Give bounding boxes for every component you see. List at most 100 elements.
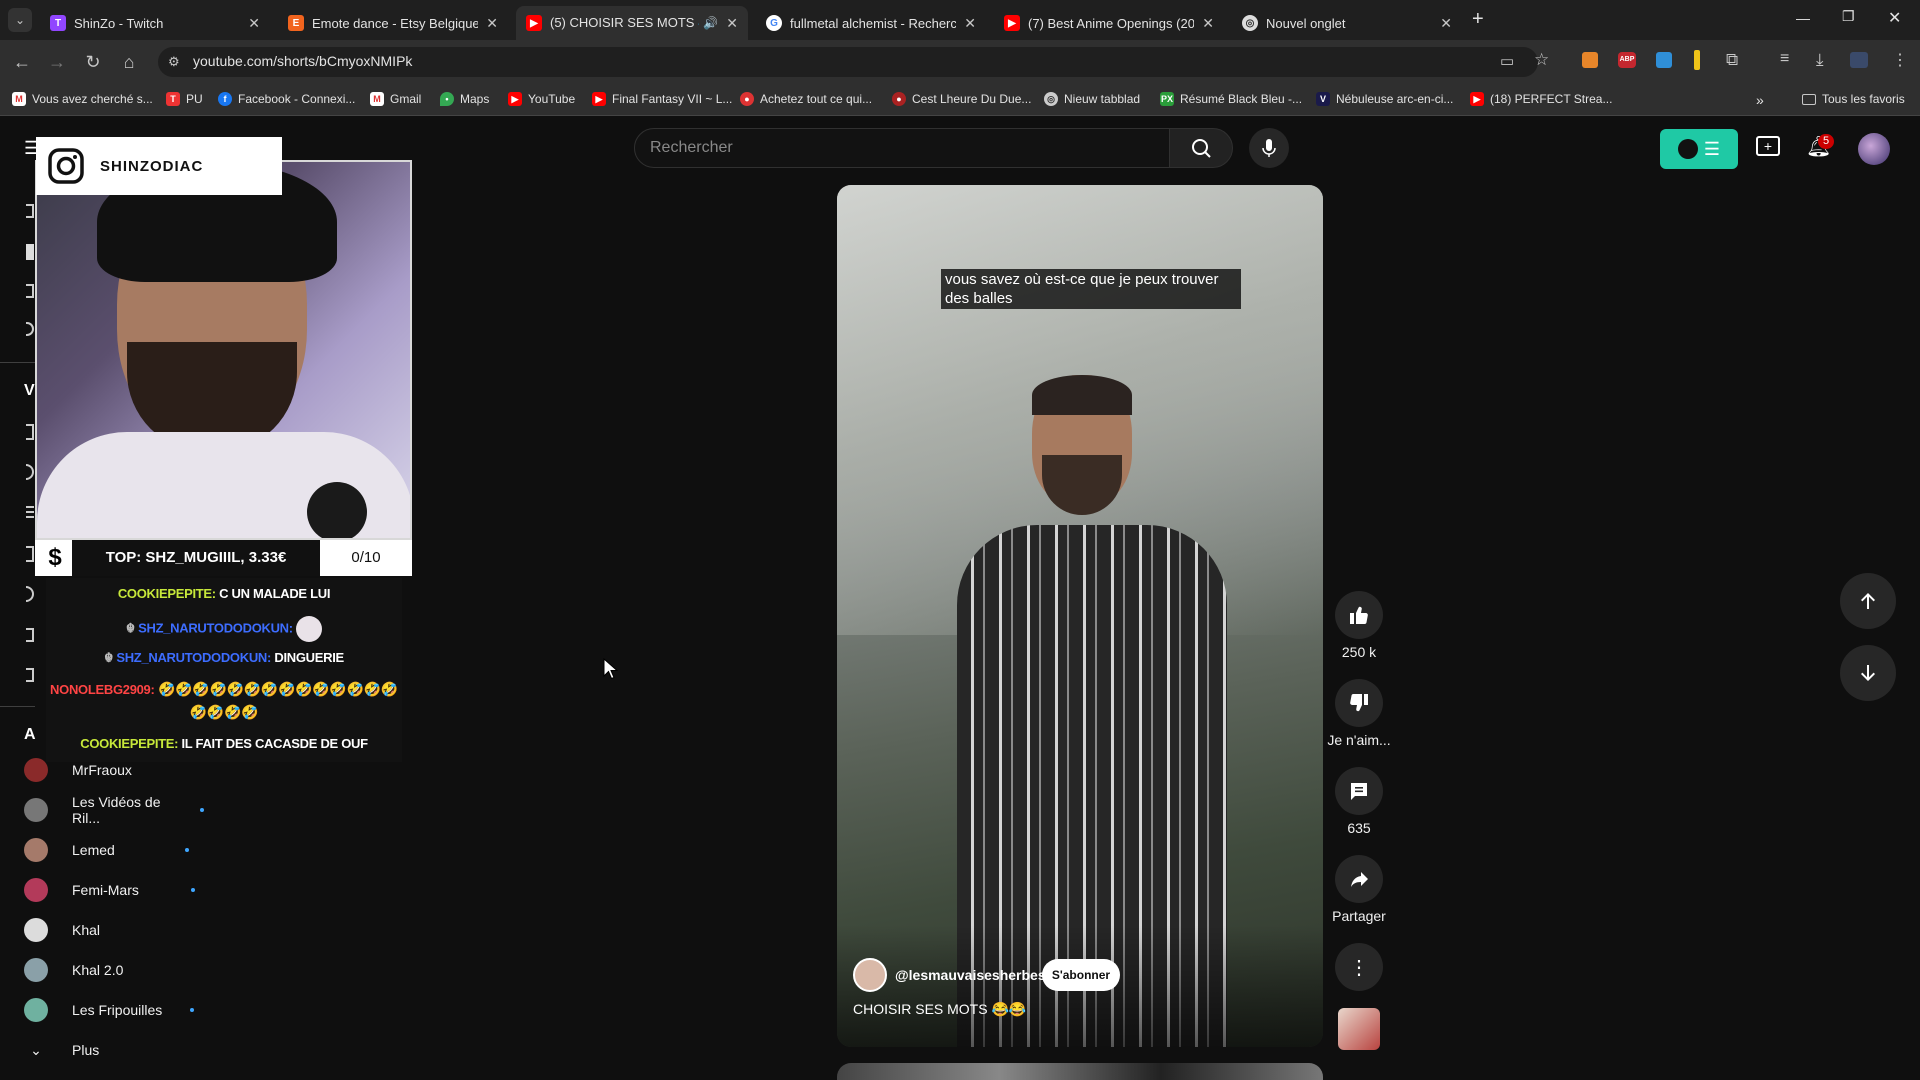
reload-button[interactable]: ↻	[81, 50, 105, 74]
subscription-item[interactable]: Khal	[24, 910, 204, 950]
url-text[interactable]: youtube.com/shorts/bCmyoxNMIPk	[193, 53, 412, 69]
subscription-item[interactable]: Khal 2.0	[24, 950, 204, 990]
tab-twitch[interactable]: T ShinZo - Twitch ✕	[40, 6, 270, 40]
dislike-button[interactable]	[1335, 679, 1383, 727]
site-info-icon[interactable]: ⚙	[168, 54, 180, 70]
tab-youtube-active[interactable]: ▶ (5) CHOISIR SES MOTS 😂😂 🔊 ✕	[516, 6, 748, 40]
channel-avatar[interactable]	[853, 958, 887, 992]
previous-short-button[interactable]	[1840, 573, 1896, 629]
bookmark-item[interactable]: M Gmail	[370, 92, 421, 106]
subscription-item[interactable]: Les Fripouilles	[24, 990, 204, 1030]
subscription-name: Les Fripouilles	[72, 1002, 163, 1018]
comments-button[interactable]	[1335, 767, 1383, 815]
show-more-label: Plus	[72, 1042, 100, 1058]
sidebar-icon[interactable]	[26, 204, 34, 218]
subscription-name: Lemed	[72, 842, 115, 858]
voice-search-button[interactable]	[1249, 128, 1289, 168]
bookmark-item[interactable]: V Nébuleuse arc-en-ci...	[1316, 92, 1453, 106]
subscription-item[interactable]: Les Vidéos de Ril...	[24, 790, 204, 830]
bookmark-item[interactable]: PX Résumé Black Bleu -...	[1160, 92, 1302, 106]
bookmark-item[interactable]: • Maps	[440, 92, 489, 106]
chat-message: NONOLEBG2909: 🤣🤣🤣🤣🤣🤣🤣🤣🤣🤣🤣🤣🤣🤣🤣🤣🤣🤣	[46, 678, 402, 723]
sidebar-icon[interactable]	[26, 586, 34, 602]
show-more-button[interactable]: ⌄ Plus	[24, 1030, 204, 1070]
back-button[interactable]: ←	[10, 50, 34, 74]
tab-search-button[interactable]: ⌄	[8, 8, 32, 32]
close-tab-icon[interactable]: ✕	[1440, 15, 1452, 32]
tab-youtube-anime[interactable]: ▶ (7) Best Anime Openings (2000 ✕	[994, 6, 1224, 40]
subscription-item[interactable]: Femi-Mars	[24, 870, 204, 910]
browser-menu-icon[interactable]: ⋮	[1892, 50, 1908, 70]
bookmark-label: PU	[186, 92, 203, 106]
restore-button[interactable]: ❐	[1842, 8, 1855, 25]
sidebar-icon[interactable]	[26, 628, 34, 642]
bookmark-item[interactable]: ▶ YouTube	[508, 92, 575, 106]
sidebar-icon[interactable]	[26, 546, 34, 562]
bookmark-item[interactable]: f Facebook - Connexi...	[218, 92, 355, 106]
all-bookmarks-folder[interactable]: Tous les favoris	[1802, 92, 1905, 106]
bookmark-item[interactable]: ◎ Nieuw tabblad	[1044, 92, 1140, 106]
tab-etsy[interactable]: E Emote dance - Etsy Belgique ✕	[278, 6, 508, 40]
google-icon: G	[766, 15, 782, 31]
chrome-icon: ◎	[1242, 15, 1258, 31]
bookmark-label: Final Fantasy VII ~ L...	[612, 92, 733, 106]
sidebar-icon[interactable]	[26, 668, 34, 682]
more-options-button[interactable]: ⋮	[1335, 943, 1383, 991]
tab-google[interactable]: G fullmetal alchemist - Recherche ✕	[756, 6, 986, 40]
short-video-player[interactable]: vous savez où est-ce que je peux trouver…	[837, 185, 1323, 1047]
new-content-dot	[200, 808, 204, 812]
sidebar-icon[interactable]	[26, 322, 34, 336]
bookmark-star-icon[interactable]: ☆	[1534, 50, 1549, 70]
media-controls-icon[interactable]: ≡	[1780, 50, 1789, 68]
new-content-dot	[190, 888, 195, 892]
minimize-button[interactable]: —	[1796, 10, 1810, 26]
bookmark-item[interactable]: ● Cest Lheure Du Due...	[892, 92, 1031, 106]
bookmark-item[interactable]: ● Achetez tout ce qui...	[740, 92, 872, 106]
tab-new-tab[interactable]: ◎ Nouvel onglet ✕	[1232, 6, 1462, 40]
extension-icon[interactable]	[1582, 52, 1598, 68]
next-short-button[interactable]	[1840, 645, 1896, 701]
like-button[interactable]	[1335, 591, 1383, 639]
bookmark-item[interactable]: ▶ (18) PERFECT Strea...	[1470, 92, 1612, 106]
sidebar-icon[interactable]	[26, 464, 34, 480]
create-video-icon[interactable]: +	[1756, 136, 1780, 156]
audio-playing-icon[interactable]: 🔊	[703, 16, 718, 30]
adblock-icon[interactable]: ABP	[1618, 52, 1636, 68]
close-tab-icon[interactable]: ✕	[726, 15, 738, 32]
cast-icon[interactable]: ▭	[1500, 52, 1514, 70]
extension-icon[interactable]	[1656, 52, 1672, 68]
share-button[interactable]	[1335, 855, 1383, 903]
close-tab-icon[interactable]: ✕	[486, 15, 498, 32]
bookmark-item[interactable]: M Vous avez cherché s...	[12, 92, 153, 106]
sidebar-icon[interactable]	[26, 506, 34, 508]
sound-thumbnail[interactable]	[1338, 1008, 1380, 1050]
close-tab-icon[interactable]: ✕	[964, 15, 976, 32]
tab-title: Emote dance - Etsy Belgique	[312, 15, 479, 31]
close-tab-icon[interactable]: ✕	[248, 15, 260, 32]
sidebar-icon[interactable]	[26, 424, 34, 440]
bookmark-item[interactable]: ▶ Final Fantasy VII ~ L...	[592, 92, 732, 106]
home-icon[interactable]: ⌂	[117, 50, 141, 74]
tab-title: (7) Best Anime Openings (2000	[1028, 15, 1195, 31]
channel-handle[interactable]: @lesmauvaisesherbes	[895, 967, 1046, 983]
search-button[interactable]	[1169, 128, 1233, 168]
bookmark-item[interactable]: T PU	[166, 92, 203, 106]
close-tab-icon[interactable]: ✕	[1202, 15, 1214, 32]
sidebar-icon[interactable]	[26, 244, 34, 260]
bookmarks-overflow-icon[interactable]: »	[1756, 92, 1764, 108]
extension-overlay-button[interactable]: ☰	[1660, 129, 1738, 169]
extensions-puzzle-icon[interactable]: ⧉	[1726, 50, 1738, 70]
next-short-preview[interactable]	[837, 1063, 1323, 1080]
close-window-button[interactable]: ✕	[1888, 8, 1901, 28]
forward-button[interactable]: →	[45, 50, 69, 74]
new-tab-button[interactable]: +	[1472, 8, 1484, 31]
profile-icon[interactable]	[1850, 52, 1868, 68]
subscription-item[interactable]: Lemed	[24, 830, 204, 870]
extension-icon[interactable]	[1694, 50, 1700, 70]
sidebar-icon[interactable]	[26, 284, 34, 298]
download-icon[interactable]: ⤓	[1816, 50, 1824, 70]
avatar[interactable]	[1858, 133, 1890, 165]
bookmark-label: Tous les favoris	[1822, 92, 1905, 106]
chrome-icon: ◎	[1044, 92, 1058, 106]
subscribe-button[interactable]: S'abonner	[1042, 959, 1120, 991]
